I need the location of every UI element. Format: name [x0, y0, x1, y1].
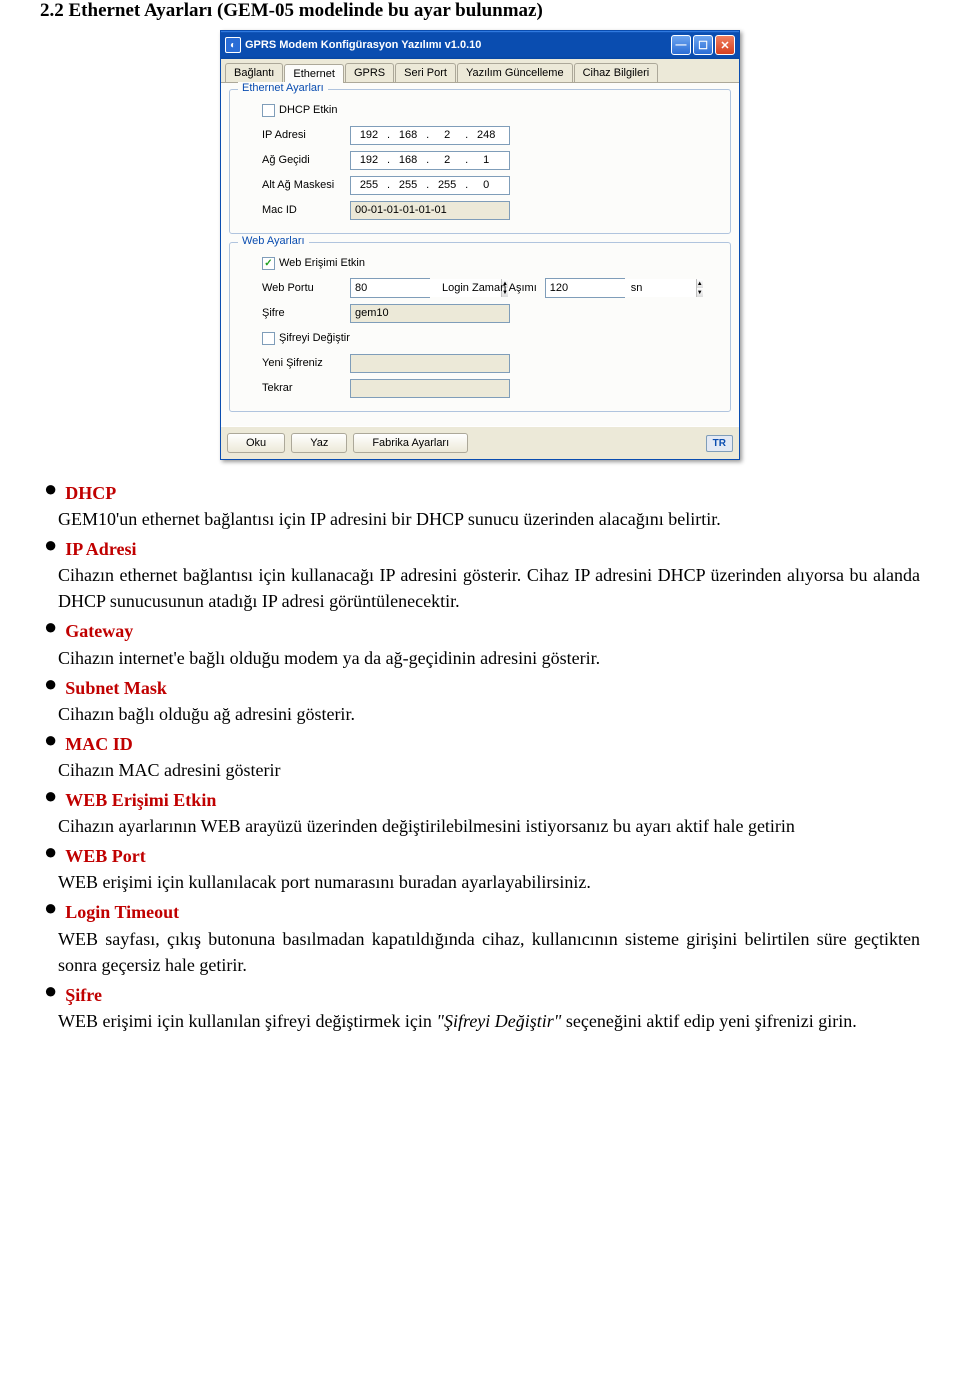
factory-button[interactable]: Fabrika Ayarları — [353, 433, 468, 453]
mask-oct-3[interactable] — [429, 177, 465, 194]
desc-mac: Cihazın MAC adresini gösterir — [58, 757, 920, 783]
gateway-input[interactable]: . . . — [350, 151, 510, 170]
pass-input[interactable] — [350, 304, 510, 323]
maximize-button[interactable]: ☐ — [693, 35, 713, 55]
desc-sifre: WEB erişimi için kullanılan şifreyi deği… — [58, 1008, 920, 1034]
tabs: Bağlantı Ethernet GPRS Seri Port Yazılım… — [221, 59, 739, 83]
mask-oct-4[interactable] — [468, 177, 504, 194]
change-pass-label: Şifreyi Değiştir — [279, 332, 350, 344]
read-button[interactable]: Oku — [227, 433, 285, 453]
desc-web-port: WEB erişimi için kullanılacak port numar… — [58, 869, 920, 895]
write-button[interactable]: Yaz — [291, 433, 347, 453]
ip-oct-2[interactable] — [390, 127, 426, 144]
titlebar: ◐ GPRS Modem Konfigürasyon Yazılımı v1.0… — [221, 31, 739, 59]
desc-gateway: Cihazın internet'e bağlı olduğu modem ya… — [58, 645, 920, 671]
web-group: Web Ayarları ✓ Web Erişimi Etkin Web Por… — [229, 242, 731, 412]
mac-input[interactable] — [350, 201, 510, 220]
desc-subnet: Cihazın bağlı olduğu ağ adresini gösteri… — [58, 701, 920, 727]
term-login-timeout: Login Timeout — [65, 899, 179, 925]
ip-label: IP Adresi — [240, 129, 350, 141]
term-gateway: Gateway — [65, 618, 133, 644]
mask-input[interactable]: . . . — [350, 176, 510, 195]
gw-oct-4[interactable] — [468, 152, 504, 169]
web-port-label: Web Portu — [240, 282, 350, 294]
term-sifre: Şifre — [65, 982, 102, 1008]
ip-input[interactable]: . . . — [350, 126, 510, 145]
tab-cihaz[interactable]: Cihaz Bilgileri — [574, 63, 659, 82]
term-dhcp: DHCP — [65, 480, 116, 506]
new-pass-input[interactable] — [350, 354, 510, 373]
app-icon: ◐ — [225, 37, 241, 53]
dhcp-checkbox[interactable] — [262, 104, 275, 117]
timeout-label: Login Zaman Aşımı — [442, 282, 537, 294]
web-enabled-checkbox[interactable]: ✓ — [262, 257, 275, 270]
ip-oct-4[interactable] — [468, 127, 504, 144]
timeout-down-icon[interactable]: ▼ — [696, 288, 703, 297]
web-port-input[interactable]: ▲ ▼ — [350, 278, 430, 298]
term-web-en: WEB Erişimi Etkin — [65, 787, 216, 813]
dhcp-label: DHCP Etkin — [279, 104, 337, 116]
ethernet-legend: Ethernet Ayarları — [238, 82, 328, 94]
desc-web-en: Cihazın ayarlarının WEB arayüzü üzerinde… — [58, 813, 920, 839]
ip-oct-3[interactable] — [429, 127, 465, 144]
web-legend: Web Ayarları — [238, 235, 309, 247]
tab-gprs[interactable]: GPRS — [345, 63, 394, 82]
term-mac: MAC ID — [65, 731, 133, 757]
repeat-pass-label: Tekrar — [240, 382, 350, 394]
dhcp-row[interactable]: DHCP Etkin — [240, 104, 337, 117]
mask-label: Alt Ağ Maskesi — [240, 179, 350, 191]
timeout-value[interactable] — [546, 279, 696, 297]
desc-dhcp: GEM10'un ethernet bağlantısı için IP adr… — [58, 506, 920, 532]
ip-oct-1[interactable] — [351, 127, 387, 144]
pass-label: Şifre — [240, 307, 350, 319]
tab-baglanti[interactable]: Bağlantı — [225, 63, 283, 82]
gateway-label: Ağ Geçidi — [240, 154, 350, 166]
term-web-port: WEB Port — [65, 843, 146, 869]
app-window: ◐ GPRS Modem Konfigürasyon Yazılımı v1.0… — [220, 30, 740, 460]
desc-login-timeout: WEB sayfası, çıkış butonuna basılmadan k… — [58, 926, 920, 978]
lang-button[interactable]: TR — [706, 435, 733, 452]
doc-content: ●DHCP GEM10'un ethernet bağlantısı için … — [40, 480, 920, 1034]
term-subnet: Subnet Mask — [65, 675, 167, 701]
tab-yazilim[interactable]: Yazılım Güncelleme — [457, 63, 573, 82]
web-enabled-label: Web Erişimi Etkin — [279, 257, 365, 269]
close-button[interactable]: ✕ — [715, 35, 735, 55]
tab-ethernet[interactable]: Ethernet — [284, 64, 344, 83]
repeat-pass-input[interactable] — [350, 379, 510, 398]
new-pass-label: Yeni Şifreniz — [240, 357, 350, 369]
tab-panel-ethernet: Ethernet Ayarları DHCP Etkin IP Adresi .… — [221, 83, 739, 426]
gw-oct-1[interactable] — [351, 152, 387, 169]
tab-seriport[interactable]: Seri Port — [395, 63, 456, 82]
timeout-up-icon[interactable]: ▲ — [696, 279, 703, 288]
bottom-toolbar: Oku Yaz Fabrika Ayarları TR — [221, 426, 739, 459]
web-enabled-row[interactable]: ✓ Web Erişimi Etkin — [240, 257, 365, 270]
timeout-input[interactable]: ▲ ▼ — [545, 278, 625, 298]
gw-oct-2[interactable] — [390, 152, 426, 169]
window-title: GPRS Modem Konfigürasyon Yazılımı v1.0.1… — [245, 39, 671, 51]
mask-oct-1[interactable] — [351, 177, 387, 194]
ethernet-group: Ethernet Ayarları DHCP Etkin IP Adresi .… — [229, 89, 731, 234]
mask-oct-2[interactable] — [390, 177, 426, 194]
term-ip: IP Adresi — [65, 536, 136, 562]
gw-oct-3[interactable] — [429, 152, 465, 169]
desc-ip: Cihazın ethernet bağlantısı için kullana… — [58, 562, 920, 614]
timeout-unit: sn — [631, 282, 643, 294]
minimize-button[interactable]: — — [671, 35, 691, 55]
change-pass-row[interactable]: Şifreyi Değiştir — [240, 332, 350, 345]
change-pass-checkbox[interactable] — [262, 332, 275, 345]
section-title: 2.2 Ethernet Ayarları (GEM-05 modelinde … — [40, 0, 920, 22]
mac-label: Mac ID — [240, 204, 350, 216]
